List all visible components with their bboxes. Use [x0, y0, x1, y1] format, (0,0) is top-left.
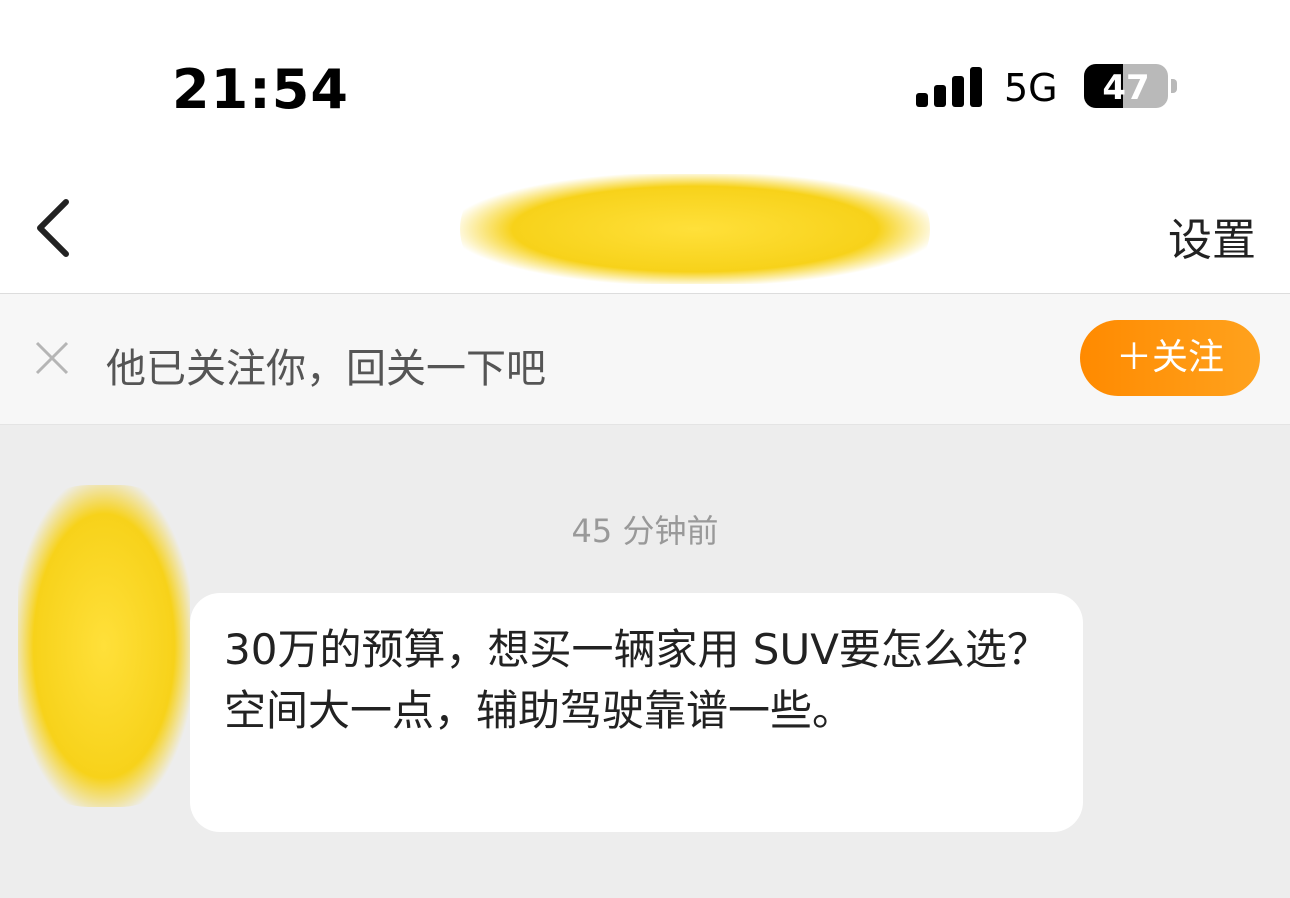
follow-back-prompt: 他已关注你，回关一下吧 [106, 346, 546, 392]
status-time: 21:54 [172, 58, 349, 121]
battery-icon: 47 [1084, 64, 1168, 108]
navigation-bar: 设置 [0, 160, 1290, 294]
message-text: 30万的预算，想买一辆家用 SUV要怎么选？空间大一点，辅助驾驶靠谱一些。 [224, 625, 1049, 735]
message-bubble[interactable]: 30万的预算，想买一辆家用 SUV要怎么选？空间大一点，辅助驾驶靠谱一些。 [190, 593, 1083, 832]
signal-strength-icon [916, 67, 982, 107]
chevron-left-icon [37, 199, 69, 257]
network-type: 5G [1004, 66, 1058, 110]
follow-back-banner: 他已关注你，回关一下吧 ＋关注 [0, 294, 1290, 425]
message-timestamp: 45 分钟前 [571, 512, 719, 550]
conversation-title-redacted [460, 174, 930, 284]
dismiss-banner-button[interactable] [34, 340, 70, 376]
close-icon [35, 341, 69, 375]
status-bar: 21:54 5G 47 [0, 0, 1290, 160]
follow-button[interactable]: ＋关注 [1080, 320, 1260, 396]
battery-percentage: 47 [1102, 68, 1150, 108]
settings-button[interactable]: 设置 [1168, 204, 1256, 268]
sender-avatar-redacted[interactable] [18, 485, 190, 807]
battery-cap [1171, 79, 1177, 93]
back-button[interactable] [28, 196, 88, 260]
